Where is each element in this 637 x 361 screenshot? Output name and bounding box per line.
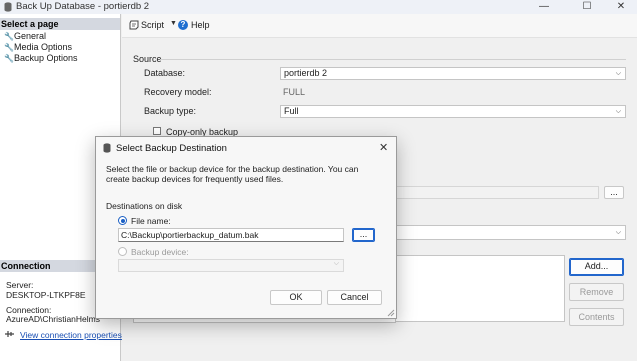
recovery-model-label: Recovery model: — [144, 87, 212, 97]
dialog-title: Select Backup Destination — [116, 143, 227, 154]
page-media-options-label: Media Options — [14, 42, 73, 52]
file-name-input[interactable]: C:\Backup\portierbackup_datum.bak — [118, 228, 344, 242]
help-button[interactable]: Help — [191, 20, 210, 30]
view-connection-properties-link[interactable]: View connection properties — [20, 330, 122, 340]
add-button[interactable]: Add... — [569, 258, 624, 276]
script-button[interactable]: Script — [141, 20, 164, 30]
file-name-label: File name: — [131, 216, 171, 226]
maximize-button[interactable]: ☐ — [572, 0, 602, 14]
destinations-on-disk-label: Destinations on disk — [106, 201, 183, 211]
server-label: Server: — [6, 280, 34, 290]
cancel-button[interactable]: Cancel — [327, 290, 382, 305]
wrench-icon: 🔧 — [4, 32, 14, 41]
destination-list[interactable] — [395, 255, 565, 322]
database-label: Database: — [144, 68, 186, 78]
database-combo[interactable]: portierdb 2 ⌵ — [280, 67, 626, 80]
backup-device-radio[interactable] — [118, 247, 127, 256]
backup-type-value: Full — [284, 106, 299, 116]
destination-combo[interactable]: ⌵ — [395, 225, 626, 240]
chevron-down-icon: ⌵ — [615, 108, 621, 115]
dialog-close-button[interactable]: ✕ — [379, 141, 388, 154]
page-backup-options-label: Backup Options — [14, 53, 78, 63]
wrench-icon: 🔧 — [4, 54, 14, 63]
server-value: DESKTOP-LTKPF8E — [6, 290, 86, 300]
toolbar: Script ▼ ? Help — [122, 14, 637, 38]
dialog-description: Select the file or backup device for the… — [106, 164, 359, 184]
page-general[interactable]: 🔧General — [4, 31, 46, 42]
resize-grip-icon[interactable] — [387, 309, 395, 317]
select-backup-destination-dialog: Select Backup Destination ✕ Select the f… — [95, 136, 397, 319]
script-icon — [129, 20, 139, 30]
minimize-button[interactable]: — — [529, 0, 559, 14]
help-icon: ? — [178, 20, 188, 30]
page-backup-options[interactable]: 🔧Backup Options — [4, 53, 78, 64]
source-divider — [160, 59, 626, 60]
backup-device-label: Backup device: — [131, 247, 189, 257]
contents-button[interactable]: Contents — [569, 308, 624, 326]
script-dropdown-icon[interactable]: ▼ — [170, 20, 177, 27]
page-general-label: General — [14, 31, 47, 41]
backup-device-combo[interactable]: ⌵ — [118, 259, 344, 272]
copy-only-checkbox[interactable] — [153, 127, 161, 135]
title-bar: Back Up Database - portierdb 2 — ☐ ✕ — [0, 0, 637, 14]
window-title: Back Up Database - portierdb 2 — [16, 1, 150, 12]
database-icon — [103, 143, 111, 153]
backup-set-browse-button[interactable]: ... — [604, 186, 624, 199]
backup-set-field — [395, 186, 599, 199]
connection-value: AzureAD\ChristianHelms — [6, 314, 100, 324]
source-section-label: Source — [133, 54, 162, 64]
file-name-browse-button[interactable]: ... — [352, 228, 375, 242]
connection-properties-icon — [5, 331, 14, 337]
database-icon — [4, 2, 12, 12]
close-button[interactable]: ✕ — [606, 0, 636, 14]
page-media-options[interactable]: 🔧Media Options — [4, 42, 72, 53]
recovery-model-value: FULL — [283, 87, 306, 97]
file-name-radio[interactable] — [118, 216, 127, 225]
database-value: portierdb 2 — [284, 68, 328, 78]
wrench-icon: 🔧 — [4, 43, 14, 52]
select-page-header: Select a page — [0, 18, 120, 30]
ok-button[interactable]: OK — [270, 290, 322, 305]
backup-type-combo[interactable]: Full ⌵ — [280, 105, 626, 118]
remove-button[interactable]: Remove — [569, 283, 624, 301]
chevron-down-icon: ⌵ — [615, 70, 621, 77]
chevron-down-icon: ⌵ — [615, 229, 621, 236]
chevron-down-icon: ⌵ — [333, 260, 339, 267]
backup-type-label: Backup type: — [144, 106, 197, 116]
